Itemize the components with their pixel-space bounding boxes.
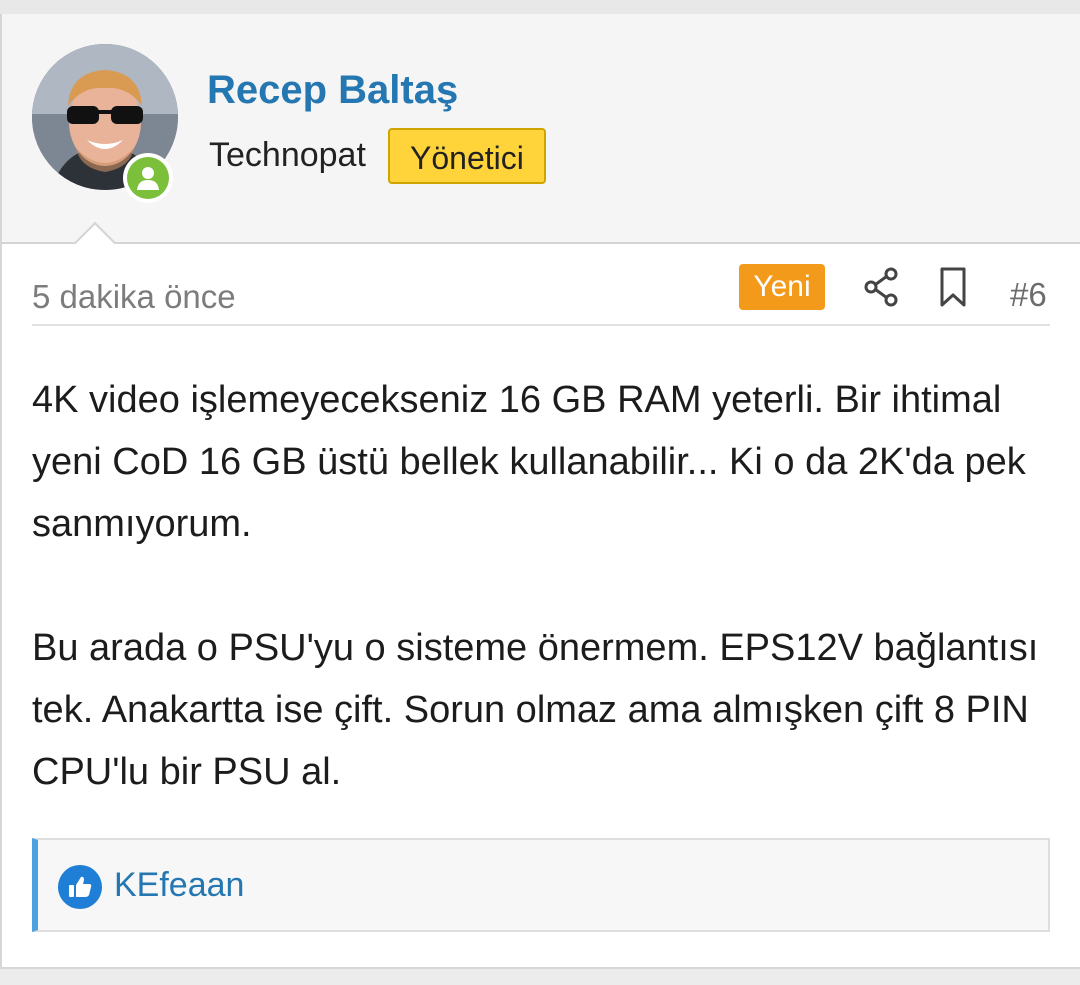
- post-author-header: Recep Baltaş Technopat Yönetici: [2, 14, 1080, 244]
- bookmark-icon[interactable]: [936, 266, 970, 308]
- bottom-divider: [0, 967, 1080, 985]
- author-title: Technopat: [209, 136, 366, 174]
- author-name-link[interactable]: Recep Baltaş: [207, 68, 458, 113]
- message-paragraph: Bu arada o PSU'yu o sisteme önermem. EPS…: [32, 627, 1039, 793]
- message-body: 4K video işlemeyecekseniz 16 GB RAM yete…: [32, 369, 1052, 803]
- new-badge: Yeni: [739, 264, 825, 310]
- post-time-link[interactable]: 5 dakika önce: [32, 278, 236, 316]
- reactions-bar: KEfeaan: [32, 838, 1050, 932]
- online-status-icon: [123, 153, 173, 203]
- post-number-link[interactable]: #6: [1010, 276, 1047, 314]
- message-paragraph: 4K video işlemeyecekseniz 16 GB RAM yete…: [32, 379, 1026, 545]
- role-badge: Yönetici: [388, 128, 546, 184]
- reaction-user-link[interactable]: KEfeaan: [114, 866, 244, 905]
- like-icon: [58, 865, 102, 909]
- share-icon[interactable]: [862, 266, 900, 308]
- post-meta-row: 5 dakika önce Yeni #6: [32, 264, 1050, 326]
